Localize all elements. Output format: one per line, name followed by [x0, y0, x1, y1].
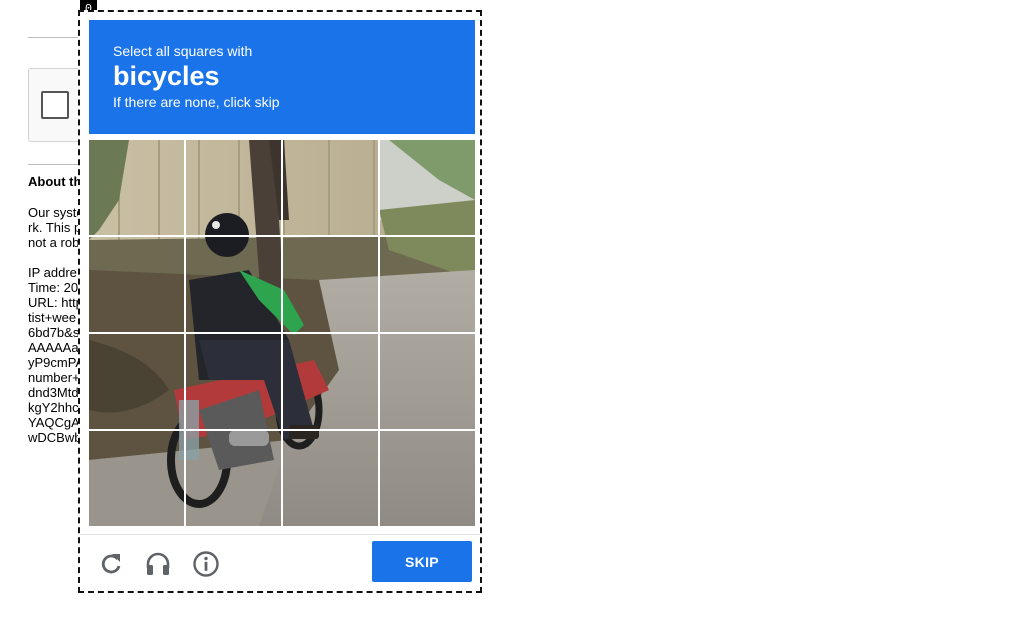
tile-image: [186, 140, 281, 235]
image-tile[interactable]: [186, 140, 281, 235]
image-tile[interactable]: [89, 334, 184, 429]
image-tile[interactable]: [89, 431, 184, 526]
tile-image: [380, 431, 475, 526]
image-tile[interactable]: [380, 431, 475, 526]
tile-image: [89, 431, 184, 526]
tile-image: [283, 334, 378, 429]
instruction-header: Select all squares with bicycles If ther…: [89, 20, 475, 134]
instruction-text: Select all squares with: [113, 43, 253, 59]
image-tile[interactable]: [283, 334, 378, 429]
image-tile[interactable]: [186, 237, 281, 332]
not-a-robot-checkbox[interactable]: [41, 91, 69, 119]
image-tile[interactable]: [380, 334, 475, 429]
info-icon[interactable]: [192, 550, 220, 578]
tile-image: [186, 334, 281, 429]
tile-image: [283, 431, 378, 526]
tile-image: [380, 140, 475, 235]
tile-image: [89, 140, 184, 235]
image-tile[interactable]: [186, 334, 281, 429]
skip-button[interactable]: SKIP: [372, 541, 472, 582]
tile-image: [89, 237, 184, 332]
reload-icon[interactable]: [97, 550, 125, 578]
tile-image: [283, 237, 378, 332]
image-tile-grid: [89, 140, 475, 526]
image-tile[interactable]: [283, 431, 378, 526]
captcha-challenge-dialog: Select all squares with bicycles If ther…: [78, 10, 482, 593]
tile-image: [380, 237, 475, 332]
tile-image: [283, 140, 378, 235]
target-object-keyword: bicycles: [113, 61, 220, 91]
footer-divider: [80, 534, 480, 535]
image-tile[interactable]: [283, 140, 378, 235]
tile-image: [186, 237, 281, 332]
headphones-icon[interactable]: [144, 550, 172, 578]
image-tile[interactable]: [89, 237, 184, 332]
image-tile[interactable]: [283, 237, 378, 332]
image-tile[interactable]: [380, 140, 475, 235]
image-tile[interactable]: [186, 431, 281, 526]
tile-image: [380, 334, 475, 429]
image-tile[interactable]: [380, 237, 475, 332]
image-tile[interactable]: [89, 140, 184, 235]
tile-image: [89, 334, 184, 429]
tile-image: [186, 431, 281, 526]
skip-hint-text: If there are none, click skip: [113, 94, 280, 110]
